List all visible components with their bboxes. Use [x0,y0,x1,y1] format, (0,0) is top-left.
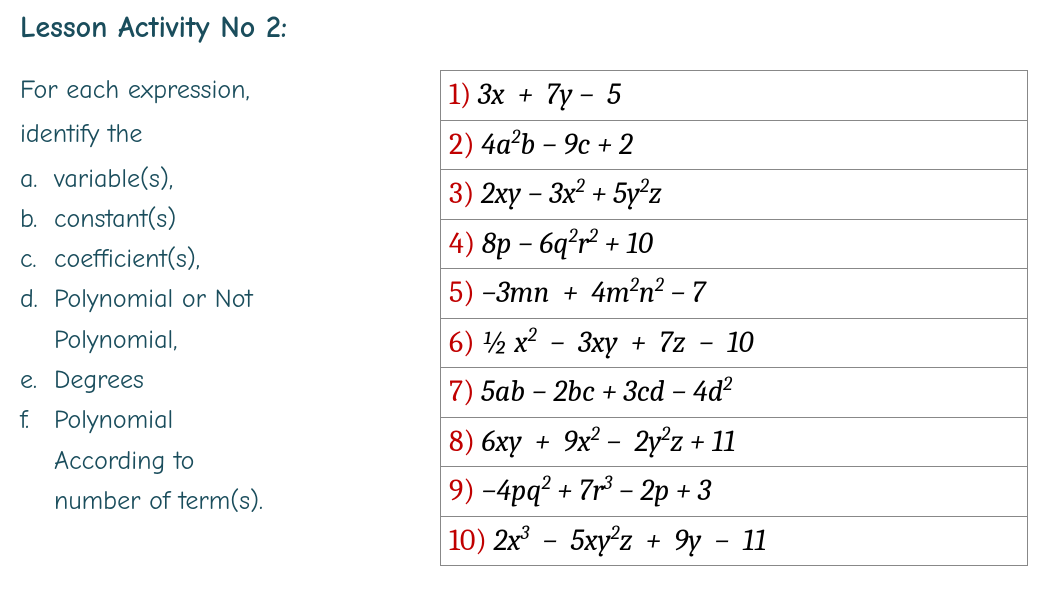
expression-math: 4a2b − 9c + 2 [475,127,633,162]
instruction-item: c.coefficient(s), [20,239,420,279]
main-container: For each expression, identify the a.vari… [20,70,1028,566]
expression-number: 2) [449,127,475,162]
table-row: 3) 2xy − 3x2 + 5y2z [441,170,1028,220]
expression-cell: 2) 4a2b − 9c + 2 [441,120,1028,170]
table-row: 10) 2x3 − 5xy2z + 9y − 11 [441,516,1028,566]
instruction-item: e.Degrees [20,360,420,400]
expression-cell: 3) 2xy − 3x2 + 5y2z [441,170,1028,220]
expression-cell: 5) −3mn + 4m2n2 − 7 [441,269,1028,319]
expression-cell: 6) ½ x2 − 3xy + 7z − 10 [441,318,1028,368]
instruction-letter [20,481,54,521]
expression-number: 9) [449,473,475,508]
expression-math: −4pq2 + 7r3 − 2p + 3 [475,473,711,508]
instructions-lead-1: For each expression, [20,70,420,110]
instruction-item: a.variable(s), [20,159,420,199]
instructions-block: For each expression, identify the a.vari… [20,70,420,521]
expression-math: 6xy + 9x2 − 2y2z + 11 [475,424,735,459]
instruction-letter: a. [20,159,54,199]
expression-math: −3mn + 4m2n2 − 7 [475,275,706,310]
expression-cell: 8) 6xy + 9x2 − 2y2z + 11 [441,417,1028,467]
expression-number: 7) [449,374,475,409]
expression-number: 10) [449,523,487,558]
expression-number: 8) [449,424,475,459]
table-row: 2) 4a2b − 9c + 2 [441,120,1028,170]
table-row: 5) −3mn + 4m2n2 − 7 [441,269,1028,319]
instruction-letter: c. [20,239,54,279]
expression-math: 2xy − 3x2 + 5y2z [474,176,661,211]
instruction-letter: e. [20,360,54,400]
instruction-letter: f. [20,400,54,440]
instruction-text: variable(s), [54,159,173,199]
expression-number: 5) [449,275,475,310]
instructions-lead-2: identify the [20,114,420,154]
expression-cell: 7) 5ab − 2bc + 3cd − 4d2 [441,368,1028,418]
expressions-column: 1) 3x + 7y − 52) 4a2b − 9c + 23) 2xy − 3… [440,70,1028,566]
instruction-letter: b. [20,199,54,239]
table-row: 7) 5ab − 2bc + 3cd − 4d2 [441,368,1028,418]
instruction-item: d.Polynomial or Not [20,279,420,319]
instruction-letter [20,441,54,481]
expression-math: ½ x2 − 3xy + 7z − 10 [475,325,754,360]
table-row: 1) 3x + 7y − 5 [441,71,1028,121]
instructions-column: For each expression, identify the a.vari… [20,70,420,566]
table-row: 9) −4pq2 + 7r3 − 2p + 3 [441,467,1028,517]
instruction-letter: d. [20,279,54,319]
instruction-text: Polynomial [54,400,173,440]
instruction-item: b.constant(s) [20,199,420,239]
lesson-title: Lesson Activity No 2: [20,10,1028,45]
expression-math: 3x + 7y − 5 [471,77,621,112]
instruction-text: According to [54,441,194,481]
instruction-item: number of term(s). [20,481,420,521]
expression-cell: 4) 8p − 6q2r2 + 10 [441,219,1028,269]
instruction-text: Degrees [54,360,144,400]
expression-cell: 1) 3x + 7y − 5 [441,71,1028,121]
expression-cell: 9) −4pq2 + 7r3 − 2p + 3 [441,467,1028,517]
expression-number: 3) [449,176,474,211]
instruction-item: Polynomial, [20,320,420,360]
instruction-text: number of term(s). [54,481,263,521]
instruction-text: coefficient(s), [54,239,200,279]
expression-math: 8p − 6q2r2 + 10 [475,226,653,261]
expression-number: 1) [449,77,471,112]
expression-number: 4) [449,226,475,261]
instruction-text: constant(s) [54,199,176,239]
instruction-text: Polynomial or Not [54,279,253,319]
expression-math: 5ab − 2bc + 3cd − 4d2 [475,374,733,409]
instruction-text: Polynomial, [54,320,177,360]
expressions-table: 1) 3x + 7y − 52) 4a2b − 9c + 23) 2xy − 3… [440,70,1028,566]
table-row: 8) 6xy + 9x2 − 2y2z + 11 [441,417,1028,467]
expression-math: 2x3 − 5xy2z + 9y − 11 [487,523,766,558]
instruction-letter [20,320,54,360]
expression-number: 6) [449,325,475,360]
instruction-item: According to [20,441,420,481]
instruction-item: f.Polynomial [20,400,420,440]
table-row: 6) ½ x2 − 3xy + 7z − 10 [441,318,1028,368]
expression-cell: 10) 2x3 − 5xy2z + 9y − 11 [441,516,1028,566]
table-row: 4) 8p − 6q2r2 + 10 [441,219,1028,269]
